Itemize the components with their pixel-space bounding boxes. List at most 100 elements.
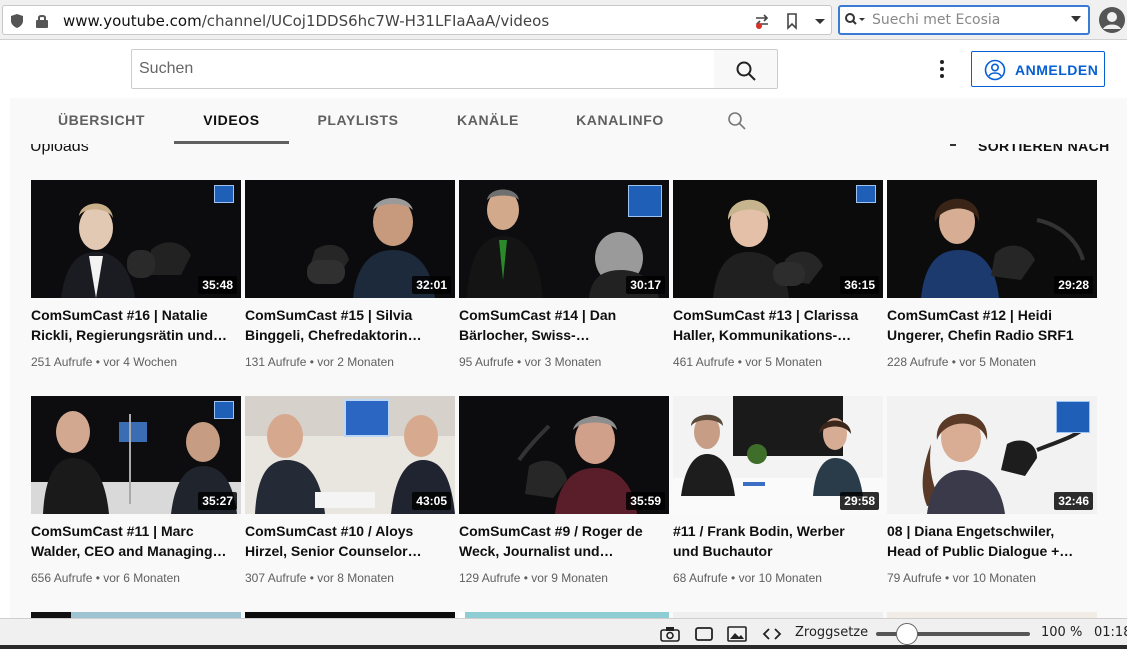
channel-brand-icon [214,401,234,419]
video-duration: 32:46 [1054,492,1093,510]
video-duration: 36:15 [840,276,879,294]
uploads-header: Uploads SORTIEREN NACH [10,144,1127,158]
search-placeholder: Suchen [139,60,194,77]
channel-tabs: ÜBERSICHT VIDEOS PLAYLISTS KANÄLE KANALI… [10,98,1127,144]
video-thumbnail[interactable]: 29:58 [673,396,883,514]
channel-brand-icon [214,185,234,203]
video-title-line: ComSumCast #14 | Dan [459,307,617,323]
tab-playlists[interactable]: PLAYLISTS [310,98,406,144]
video-thumbnail[interactable]: 29:28 [887,180,1097,298]
zoom-percent: 100 % [1041,625,1083,640]
video-title-line: ComSumCast #10 / Aloys [245,523,414,539]
tab-about[interactable]: KANALINFO [570,98,670,144]
video-title-line: Rickli, Regierungsrätin und… [31,327,228,343]
lock-icon[interactable] [35,13,49,29]
more-options-icon[interactable] [932,58,952,80]
video-meta: 656 Aufrufe • vor 6 Monaten [31,571,180,585]
video-title-line: ComSumCast #15 | Silvia [245,307,413,323]
section-title: Uploads [30,144,89,155]
youtube-masthead: Suchen ANMELDEN [0,40,1127,98]
chevron-down-icon[interactable] [811,12,829,30]
video-thumbnail[interactable]: 35:59 [459,396,669,514]
address-bar[interactable]: www.youtube.com/channel/UCoj1DDS6hc7W-H3… [2,5,832,35]
video-title[interactable]: #11 / Frank Bodin, Werber und Buchautor [673,521,878,561]
video-title-line: und Buchautor [673,543,773,559]
video-grid: 35:48 ComSumCast #16 | Natalie Rickli, Re… [10,158,1127,618]
video-title-line: Head of Public Dialogue +… [887,543,1074,559]
video-duration: 35:27 [198,492,237,510]
video-title-line: 08 | Diana Engetschwiler, [887,523,1055,539]
channel-brand-icon [628,185,662,217]
video-title-line: ComSumCast #11 | Marc [31,523,194,539]
image-icon[interactable] [727,626,747,642]
video-meta: 95 Aufrufe • vor 3 Monaten [459,355,602,369]
video-meta: 251 Aufrufe • vor 4 Wochen [31,355,178,369]
video-duration: 30:17 [626,276,665,294]
video-title-line: Ungerer, Chefin Radio SRF1 [887,327,1074,343]
video-title-line: Binggeli, Chefredaktorin… [245,327,422,343]
tab-overview[interactable]: ÜBERSICHT [48,98,155,144]
video-thumbnail[interactable]: 43:05 [245,396,455,514]
url-host: www.youtube.com [63,12,202,30]
signin-label: ANMELDEN [1015,62,1099,78]
video-duration: 32:01 [412,276,451,294]
video-title-line: ComSumCast #12 | Heidi [887,307,1052,323]
video-meta: 228 Aufrufe • vor 5 Monaten [887,355,1036,369]
video-title[interactable]: ComSumCast #15 | Silvia Binggeli, Chefred… [245,305,450,345]
tab-channels[interactable]: KANÄLE [448,98,528,144]
url-text[interactable]: www.youtube.com/channel/UCoj1DDS6hc7W-H3… [63,12,549,30]
video-title-line: Walder, CEO and Managing… [31,543,227,559]
video-duration: 35:59 [626,492,665,510]
video-title[interactable]: ComSumCast #16 | Natalie Rickli, Regierun… [31,305,236,345]
video-thumbnail[interactable]: 35:27 [31,396,241,514]
video-meta: 68 Aufrufe • vor 10 Monaten [673,571,822,585]
video-duration: 29:58 [840,492,879,510]
video-title[interactable]: ComSumCast #10 / Aloys Hirzel, Senior Cou… [245,521,450,561]
search-button[interactable] [714,49,778,89]
account-icon [984,59,1006,81]
video-title[interactable]: 08 | Diana Engetschwiler, Head of Public … [887,521,1092,561]
search-input[interactable]: Suchen [131,49,715,89]
video-title-line: Weck, Journalist und… [459,543,614,559]
video-meta: 131 Aufrufe • vor 2 Monaten [245,355,394,369]
translate-icon[interactable] [753,12,771,30]
signin-button[interactable]: ANMELDEN [971,51,1105,87]
browser-search-box[interactable]: Suechi met Ecosia [838,5,1090,35]
profile-icon[interactable] [1098,6,1126,34]
video-thumbnail[interactable]: 35:48 [31,180,241,298]
video-title-line: ComSumCast #16 | Natalie [31,307,208,323]
video-title[interactable]: ComSumCast #14 | Dan Bärlocher, Swiss-… [459,305,664,345]
channel-brand-icon [1056,401,1090,433]
shield-icon[interactable] [9,13,25,29]
channel-brand-icon [856,185,876,203]
video-title-line: #11 / Frank Bodin, Werber [673,523,845,539]
dropdown-arrow-icon[interactable] [1070,13,1082,25]
video-title-line: ComSumCast #9 / Roger de [459,523,643,539]
sort-icon[interactable] [950,144,956,146]
zoom-reset-label[interactable]: Zroggsetze [795,625,868,640]
video-title[interactable]: ComSumCast #11 | Marc Walder, CEO and Man… [31,521,236,561]
video-title[interactable]: ComSumCast #9 / Roger de Weck, Journalist… [459,521,664,561]
sort-button[interactable]: SORTIEREN NACH [978,144,1110,154]
video-title[interactable]: ComSumCast #12 | Heidi Ungerer, Chefin Ra… [887,305,1092,345]
clock: 01:18 [1094,625,1127,640]
video-thumbnail[interactable]: 32:46 [887,396,1097,514]
bookmark-icon[interactable] [783,12,801,30]
channel-search-icon[interactable] [726,110,748,132]
search-engine-icon[interactable] [844,12,866,28]
window-icon[interactable] [694,626,714,642]
video-duration: 43:05 [412,492,451,510]
video-title[interactable]: ComSumCast #13 | Clarissa Haller, Kommuni… [673,305,878,345]
video-duration: 35:48 [198,276,237,294]
video-meta: 461 Aufrufe • vor 5 Monaten [673,355,822,369]
video-thumbnail[interactable]: 32:01 [245,180,455,298]
tab-videos[interactable]: VIDEOS [174,98,289,144]
url-path: /channel/UCoj1DDS6hc7W-H31LFIaAaA/videos [201,12,550,30]
code-icon[interactable] [762,626,782,642]
zoom-slider-handle[interactable] [896,623,918,645]
video-thumbnail[interactable]: 36:15 [673,180,883,298]
video-thumbnail[interactable]: 30:17 [459,180,669,298]
video-title-line: ComSumCast #13 | Clarissa [673,307,859,323]
browser-search-placeholder: Suechi met Ecosia [872,12,1001,28]
camera-icon[interactable] [660,626,680,642]
